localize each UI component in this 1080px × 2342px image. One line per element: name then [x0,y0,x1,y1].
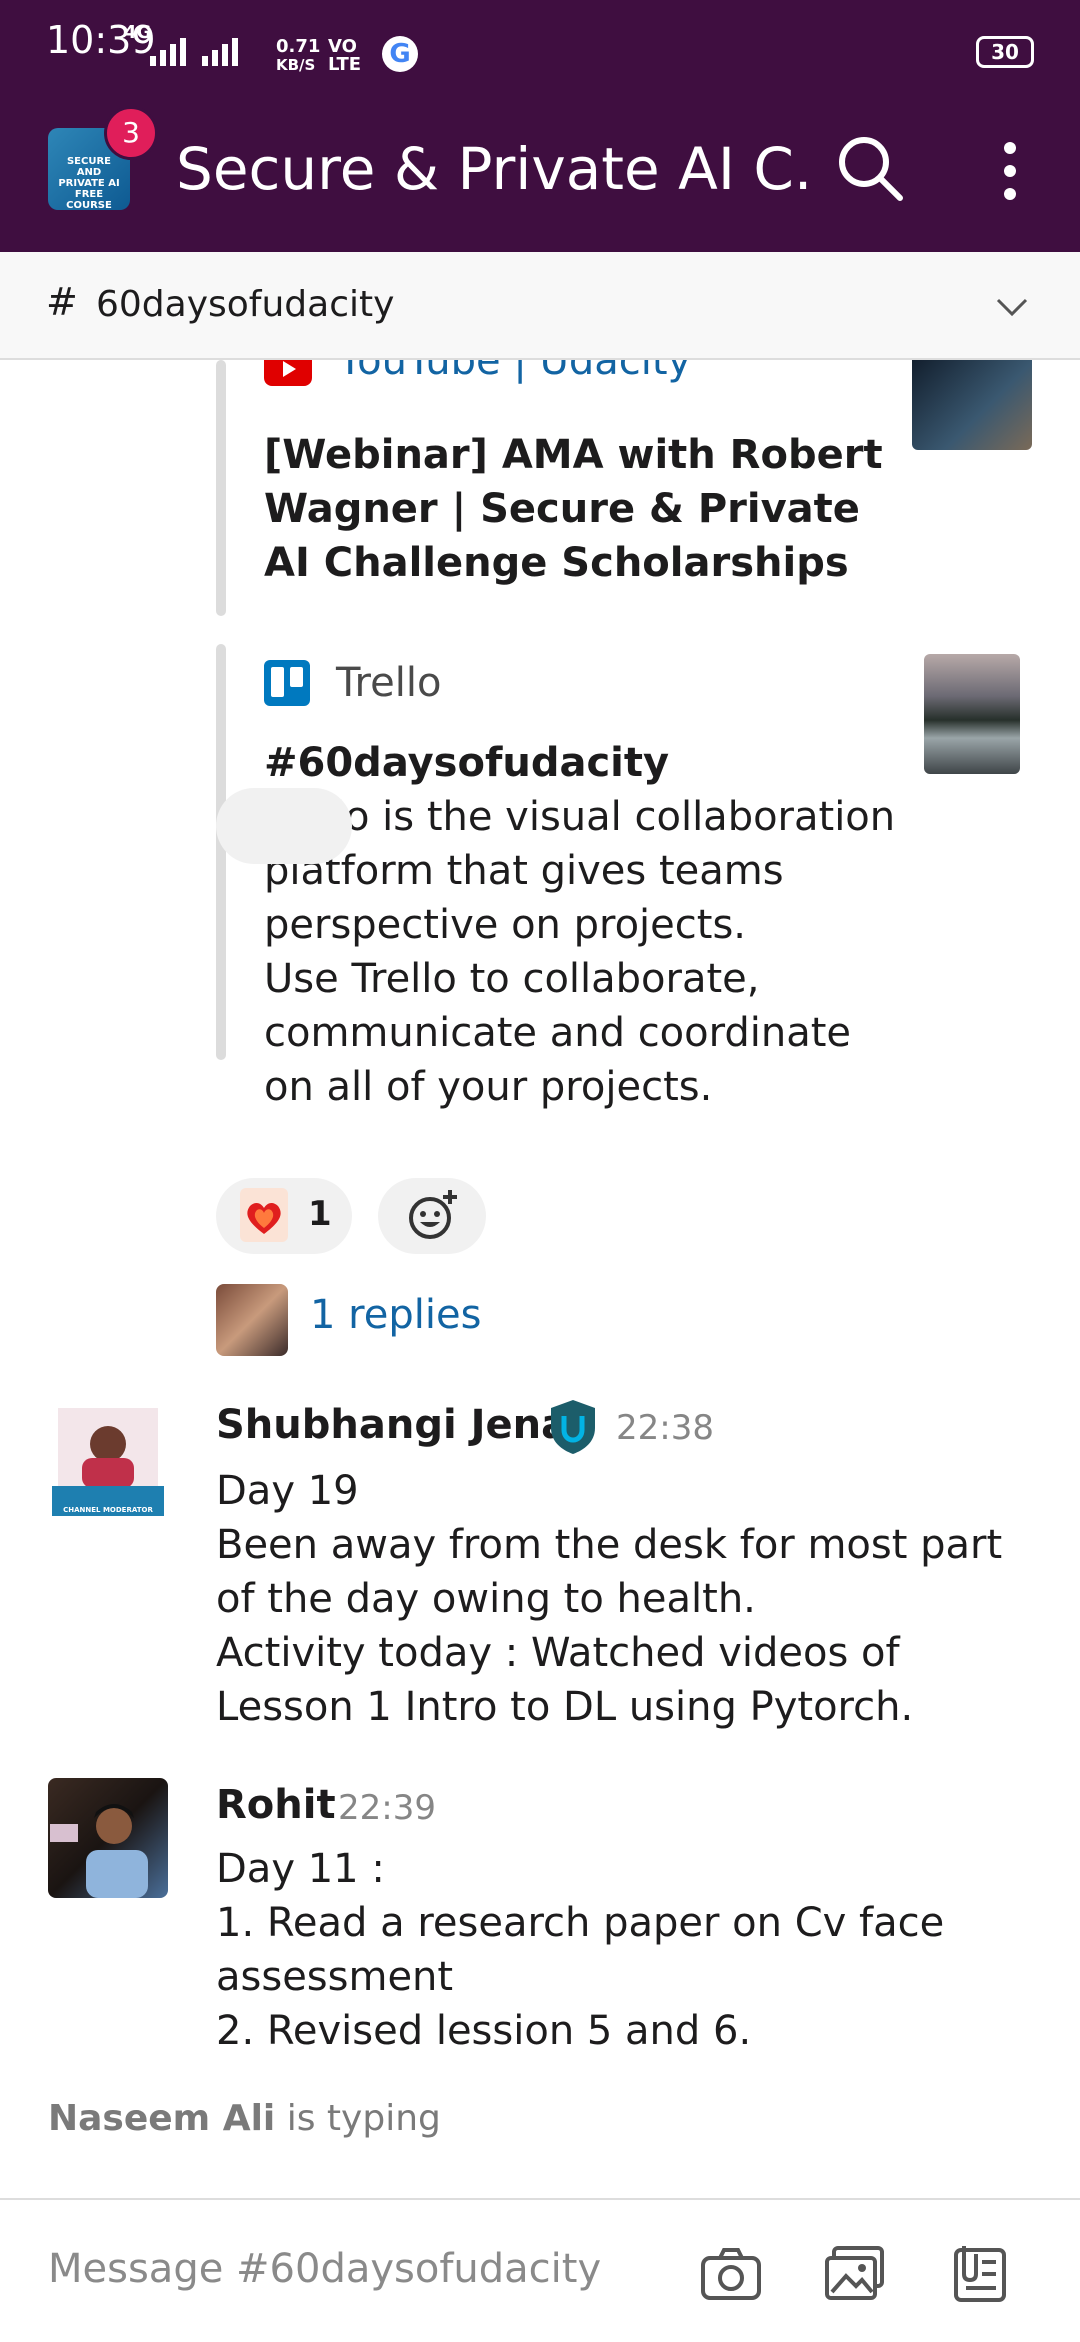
reaction-chip[interactable]: 1 [216,1178,352,1254]
speed-unit: KB/S [276,56,316,74]
typing-user: Naseem Ali [48,2098,276,2139]
chevron-down-icon[interactable] [994,288,1030,324]
attachment-bar [216,360,226,616]
reaction-chip[interactable] [216,788,352,864]
search-icon[interactable] [832,130,910,208]
message-body: Day 11 : 1. Read a research paper on Cv … [216,1846,945,2054]
unread-badge: 3 [104,106,158,160]
avatar[interactable]: CHANNEL MODERATOR [48,1398,168,1518]
typing-indicator: Naseem Ali is typing [48,2098,441,2139]
network-type: 4G [124,22,152,43]
trello-icon [264,660,310,706]
status-bar: 10:39 4G 0.71 KB/S VO LTE G 30 [0,0,1080,84]
hot-heart-emoji-icon [240,1188,288,1242]
kebab-menu-icon[interactable] [990,136,1030,206]
attachment-title[interactable]: [Webinar] AMA with Robert Wagner | Secur… [264,428,904,590]
google-icon: G [382,36,418,72]
files-icon[interactable] [950,2244,1012,2304]
attachment-thumbnail[interactable] [912,360,1032,450]
workspace-icon-text: SECURE AND PRIVATE AI FREE COURSE [58,156,120,210]
camera-icon[interactable] [700,2244,762,2304]
volte-bottom: LTE [328,54,362,75]
message-timestamp: 22:38 [616,1408,714,1448]
thread-replies-link[interactable]: 1 replies [310,1292,481,1338]
youtube-icon [264,360,312,386]
avatar[interactable] [48,1778,168,1898]
channel-name: 60daysofudacity [96,284,395,325]
typing-text: is typing [275,2098,441,2139]
message-author[interactable]: Rohit [216,1782,336,1828]
workspace-title[interactable]: Secure & Private AI C... [176,132,816,206]
app-header: SECURE AND PRIVATE AI FREE COURSE 3 Secu… [0,84,1080,252]
attachment-title[interactable]: #60daysofudacity [264,736,904,790]
gallery-icon[interactable] [824,2244,886,2304]
attachment-thumbnail[interactable] [924,654,1020,774]
message-composer: Message #60daysofudacity [0,2198,1080,2342]
reply-avatar[interactable] [216,1284,288,1356]
attachment-service[interactable]: YouTube | Udacity [338,360,691,384]
attachment-service: Trello [336,660,442,706]
message-timestamp: 22:39 [338,1788,436,1828]
signal-icon [150,38,238,66]
avatar-caption: CHANNEL MODERATOR [63,1506,153,1514]
battery-icon: 30 [976,36,1034,68]
attachment-description: Trello is the visual collaboration platf… [264,794,896,1110]
attachment-bar [216,644,226,1060]
message-body: Day 19 Been away from the desk for most … [216,1468,1003,1730]
channel-header[interactable]: # 60daysofudacity [0,252,1080,360]
hash-icon: # [46,280,78,324]
add-reaction-button[interactable] [378,1178,486,1254]
reaction-count: 1 [308,1194,332,1234]
add-emoji-icon [409,1190,457,1239]
battery-level: 30 [991,40,1019,64]
udacity-shield-icon [551,1400,595,1454]
message-author[interactable]: Shubhangi Jena [216,1402,568,1448]
message-input[interactable]: Message #60daysofudacity [48,2246,601,2292]
speed-value: 0.71 [276,36,321,57]
